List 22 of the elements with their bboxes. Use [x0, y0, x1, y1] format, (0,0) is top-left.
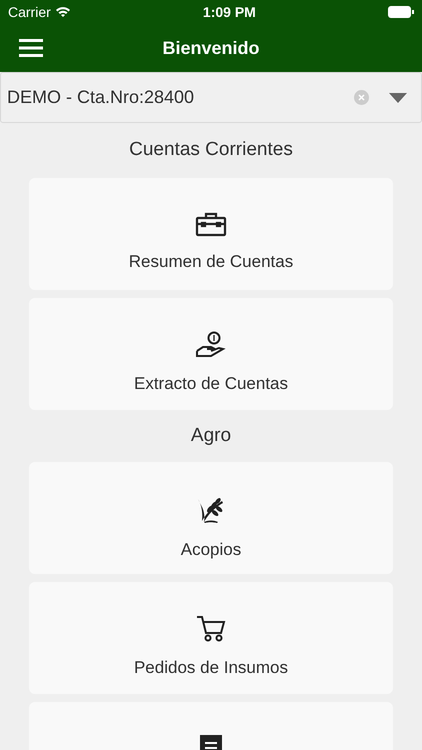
battery-icon — [388, 6, 414, 18]
card-label: Extracto de Cuentas — [134, 372, 288, 394]
card-label: Resumen de Cuentas — [128, 250, 294, 272]
clock: 1:09 PM — [202, 2, 256, 22]
carrier-label: Carrier — [8, 2, 51, 22]
card-label: Pedidos de Insumos — [134, 657, 288, 679]
wifi-icon — [54, 6, 71, 18]
cart-icon — [196, 615, 226, 643]
menu-card[interactable]: Resumen de Cuentas — [29, 178, 393, 290]
screen-title: Bienvenido — [162, 36, 260, 60]
menu-card[interactable]: Extracto de Cuentas — [29, 298, 393, 410]
section-heading: Agro — [190, 424, 232, 448]
section-heading: Cuentas Corrientes — [128, 138, 294, 162]
dropdown-value: DEMO - Cta.Nro:28400 — [7, 86, 196, 109]
briefcase-icon — [195, 210, 227, 236]
menu-icon[interactable] — [19, 39, 43, 57]
menu-card[interactable]: Acopios — [29, 462, 393, 574]
card-label: Acopios — [180, 539, 242, 561]
dropdown-caret-icon[interactable] — [389, 92, 407, 102]
menu-card[interactable]: Pedidos de Insumos — [29, 582, 393, 694]
account-dropdown[interactable]: DEMO - Cta.Nro:28400 — [0, 72, 422, 123]
coin-hand-icon — [195, 330, 227, 358]
